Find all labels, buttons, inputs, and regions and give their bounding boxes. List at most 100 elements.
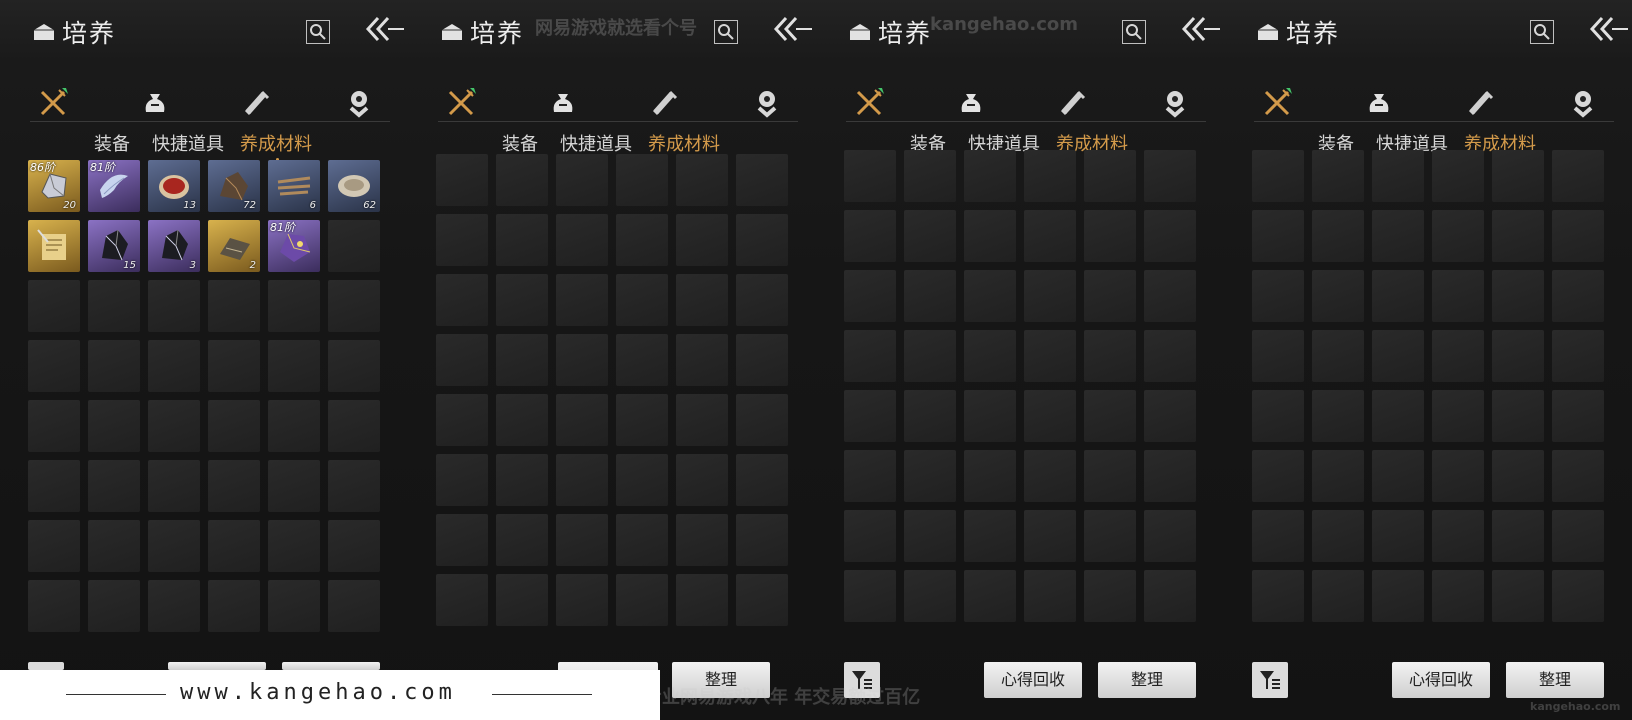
inventory-slot[interactable]: [1252, 390, 1304, 442]
inventory-slot[interactable]: [1432, 270, 1484, 322]
inventory-slot[interactable]: [88, 340, 140, 392]
inventory-slot[interactable]: [1312, 450, 1364, 502]
tab-quick-items[interactable]: 快捷道具: [152, 130, 224, 156]
inventory-slot[interactable]: [964, 270, 1016, 322]
inventory-slot[interactable]: [1372, 210, 1424, 262]
inventory-slot[interactable]: 62: [328, 160, 380, 212]
inventory-slot[interactable]: 3: [148, 220, 200, 272]
inventory-slot[interactable]: [436, 214, 488, 266]
inventory-slot[interactable]: [436, 334, 488, 386]
inventory-slot[interactable]: [556, 274, 608, 326]
scroll-icon[interactable]: [1058, 88, 1088, 118]
inventory-slot[interactable]: 86阶 20: [28, 160, 80, 212]
inventory-slot[interactable]: [88, 280, 140, 332]
inventory-slot[interactable]: [328, 400, 380, 452]
inventory-slot[interactable]: [1312, 570, 1364, 622]
inventory-slot[interactable]: [616, 334, 668, 386]
inventory-slot[interactable]: [1312, 210, 1364, 262]
inventory-slot[interactable]: [1432, 150, 1484, 202]
inventory-slot[interactable]: [328, 280, 380, 332]
inventory-slot[interactable]: 2: [208, 220, 260, 272]
inventory-slot[interactable]: [1312, 150, 1364, 202]
scroll-icon[interactable]: [650, 88, 680, 118]
inventory-slot[interactable]: [268, 580, 320, 632]
inventory-slot[interactable]: [1144, 450, 1196, 502]
tab-equipment[interactable]: 装备: [94, 130, 130, 156]
inventory-slot[interactable]: [964, 390, 1016, 442]
inventory-slot[interactable]: [436, 394, 488, 446]
inventory-slot[interactable]: [1552, 450, 1604, 502]
sort-button[interactable]: [282, 662, 380, 670]
inventory-slot[interactable]: 6: [268, 160, 320, 212]
inventory-slot[interactable]: [676, 514, 728, 566]
inventory-slot[interactable]: [676, 334, 728, 386]
inventory-slot[interactable]: [28, 400, 80, 452]
tab-materials[interactable]: 养成材料: [240, 130, 312, 156]
inventory-slot[interactable]: [964, 570, 1016, 622]
inventory-slot[interactable]: [1432, 330, 1484, 382]
inventory-slot[interactable]: [1552, 330, 1604, 382]
inventory-slot[interactable]: [1372, 570, 1424, 622]
inventory-slot[interactable]: [1024, 330, 1076, 382]
inventory-slot[interactable]: [964, 210, 1016, 262]
inventory-slot[interactable]: [616, 514, 668, 566]
inventory-slot[interactable]: [1084, 450, 1136, 502]
inventory-slot[interactable]: [556, 154, 608, 206]
inventory-slot[interactable]: [88, 460, 140, 512]
inventory-slot[interactable]: [1492, 330, 1544, 382]
inventory-slot[interactable]: [1492, 210, 1544, 262]
inventory-slot[interactable]: [1144, 330, 1196, 382]
inventory-slot[interactable]: [1492, 570, 1544, 622]
inventory-slot[interactable]: [556, 514, 608, 566]
inventory-slot[interactable]: [1024, 270, 1076, 322]
inventory-slot[interactable]: [556, 394, 608, 446]
inventory-slot[interactable]: 13: [148, 160, 200, 212]
inventory-slot[interactable]: [1552, 570, 1604, 622]
inventory-slot[interactable]: [1552, 150, 1604, 202]
inventory-slot[interactable]: [1492, 390, 1544, 442]
inventory-slot[interactable]: [1252, 510, 1304, 562]
inventory-slot[interactable]: [1144, 570, 1196, 622]
inventory-slot[interactable]: [1552, 390, 1604, 442]
inventory-slot[interactable]: [1084, 510, 1136, 562]
inventory-slot[interactable]: [676, 274, 728, 326]
inventory-slot[interactable]: [676, 574, 728, 626]
inventory-slot[interactable]: [436, 514, 488, 566]
inventory-slot[interactable]: [496, 394, 548, 446]
inventory-slot[interactable]: [1312, 510, 1364, 562]
inventory-slot[interactable]: [904, 450, 956, 502]
inventory-slot[interactable]: [1084, 270, 1136, 322]
inventory-slot[interactable]: [1024, 510, 1076, 562]
search-button[interactable]: [1122, 20, 1146, 44]
inventory-slot[interactable]: [904, 390, 956, 442]
inventory-slot[interactable]: [496, 334, 548, 386]
inventory-slot[interactable]: [1432, 570, 1484, 622]
inventory-slot[interactable]: [496, 514, 548, 566]
inventory-slot[interactable]: [616, 454, 668, 506]
inventory-slot[interactable]: [208, 580, 260, 632]
inventory-slot[interactable]: [436, 274, 488, 326]
inventory-slot[interactable]: [1144, 390, 1196, 442]
inventory-slot[interactable]: [844, 210, 896, 262]
inventory-slot[interactable]: [1492, 450, 1544, 502]
inventory-slot[interactable]: [268, 400, 320, 452]
inventory-slot[interactable]: [676, 394, 728, 446]
inventory-slot[interactable]: [1432, 390, 1484, 442]
inventory-slot[interactable]: [1024, 210, 1076, 262]
inventory-slot[interactable]: [268, 280, 320, 332]
inventory-slot[interactable]: [616, 574, 668, 626]
inventory-slot[interactable]: [736, 214, 788, 266]
back-button[interactable]: [1588, 14, 1628, 44]
inventory-slot[interactable]: 81阶: [88, 160, 140, 212]
inventory-slot[interactable]: [148, 580, 200, 632]
inventory-slot[interactable]: [1432, 450, 1484, 502]
crossed-swords-icon[interactable]: [1262, 88, 1292, 118]
recycle-button[interactable]: 心得回收: [1392, 662, 1490, 698]
inventory-slot[interactable]: [964, 330, 1016, 382]
inventory-slot[interactable]: [1084, 330, 1136, 382]
inventory-slot[interactable]: [1144, 150, 1196, 202]
inventory-slot[interactable]: [1252, 210, 1304, 262]
inventory-slot[interactable]: [148, 280, 200, 332]
inventory-slot[interactable]: [328, 340, 380, 392]
inventory-slot[interactable]: [1372, 150, 1424, 202]
